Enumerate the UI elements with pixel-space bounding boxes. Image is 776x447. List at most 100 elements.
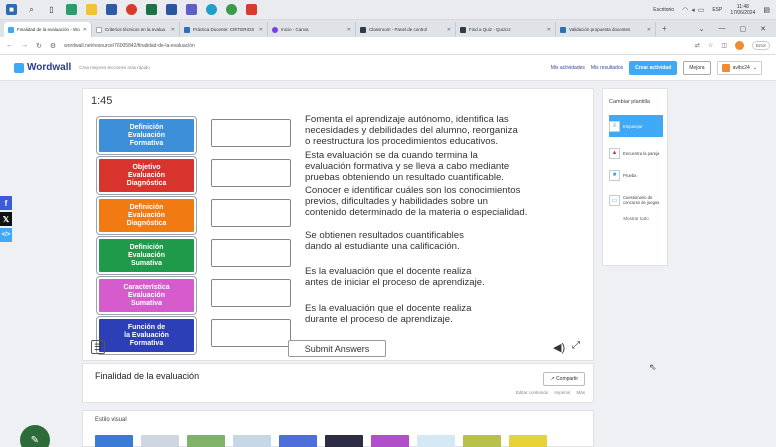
draggable-label[interactable]: Definición Evaluación Formativa xyxy=(97,117,196,154)
template-option-find-match[interactable]: ▲ Encuentra la pareja xyxy=(609,143,663,163)
create-activity-button[interactable]: Crear actividad xyxy=(629,60,678,75)
app-icon-edge[interactable] xyxy=(206,4,217,15)
theme-thumbnail[interactable] xyxy=(95,435,133,447)
app-icon-store[interactable] xyxy=(106,4,117,15)
drop-slot[interactable] xyxy=(211,119,291,147)
template-option-match-up[interactable]: ≡ Emparejar xyxy=(609,115,663,137)
x-twitter-icon[interactable]: 𝕏 xyxy=(0,212,12,226)
profile-avatar[interactable] xyxy=(735,41,744,50)
tab-close-icon[interactable]: ✕ xyxy=(347,27,351,33)
theme-thumbnail[interactable] xyxy=(325,435,363,447)
menu-icon[interactable]: ☰ xyxy=(91,340,105,354)
theme-thumbnail[interactable] xyxy=(417,435,455,447)
app-icon-excel[interactable] xyxy=(146,4,157,15)
upgrade-button[interactable]: Mejora xyxy=(683,60,711,75)
language-indicator[interactable]: ESP xyxy=(712,7,722,13)
browser-tab[interactable]: Classroom - Panel de control ✕ xyxy=(356,22,456,37)
app-icon-people[interactable] xyxy=(66,4,77,15)
drop-slot[interactable] xyxy=(211,279,291,307)
more-link[interactable]: Más xyxy=(576,390,585,395)
windows-start-icon[interactable]: ■ xyxy=(6,4,17,15)
fullscreen-icon[interactable]: ⤢ xyxy=(572,340,580,351)
draggable-label[interactable]: Característica Evaluación Sumativa xyxy=(97,277,196,314)
theme-thumbnail[interactable] xyxy=(371,435,409,447)
theme-thumbnail[interactable] xyxy=(233,435,271,447)
definition-text: Esta evaluación se da cuando termina la … xyxy=(305,150,510,183)
app-icon-explorer[interactable] xyxy=(86,4,97,15)
browser-tab[interactable]: Find a Quiz - Quizizz ✕ xyxy=(456,22,556,37)
theme-thumbnail[interactable] xyxy=(463,435,501,447)
template-option-gameshow[interactable]: ▭ Cuestionario de concurso de juegos xyxy=(609,187,663,213)
notifications-icon[interactable]: ▤ xyxy=(763,6,770,14)
theme-thumbnails xyxy=(95,435,547,447)
close-window-icon[interactable]: ✕ xyxy=(760,25,766,33)
tab-close-icon[interactable]: ✕ xyxy=(171,27,175,33)
drop-slot[interactable] xyxy=(211,319,291,347)
theme-thumbnail[interactable] xyxy=(279,435,317,447)
my-activities-link[interactable]: Mis actividades xyxy=(551,65,585,71)
drop-slot[interactable] xyxy=(211,159,291,187)
tab-search-icon[interactable]: ⌄ xyxy=(699,25,705,33)
edit-fab-icon[interactable]: ✎ xyxy=(20,425,50,447)
app-icon-chrome[interactable] xyxy=(126,4,137,15)
drop-slot[interactable] xyxy=(211,239,291,267)
drop-slot[interactable] xyxy=(211,199,291,227)
embed-icon[interactable]: </> xyxy=(0,228,12,242)
my-results-link[interactable]: Mis resultados xyxy=(591,65,623,71)
minimize-icon[interactable]: — xyxy=(719,25,726,33)
show-all-link[interactable]: Mostrar todo xyxy=(603,216,669,221)
search-icon[interactable]: ⌕ xyxy=(26,4,37,15)
sound-icon[interactable]: ◀) xyxy=(553,341,565,354)
app-icon-word[interactable] xyxy=(166,4,177,15)
task-view-icon[interactable]: ▯ xyxy=(46,4,57,15)
tab-close-icon[interactable]: ✕ xyxy=(547,27,551,33)
tab-close-icon[interactable]: ✕ xyxy=(447,27,451,33)
facebook-icon[interactable]: f xyxy=(0,196,12,210)
browser-tab[interactable]: Finalidad de la evaluación - Wo ✕ xyxy=(4,22,92,37)
system-tray[interactable]: ◠ ◂ ▭ xyxy=(682,6,704,14)
edit-content-link[interactable]: Editar contenido xyxy=(516,390,549,395)
reload-icon[interactable]: ↻ xyxy=(36,42,42,50)
volume-icon[interactable]: ◂ xyxy=(691,6,695,14)
social-share-bar: f 𝕏 </> xyxy=(0,196,12,244)
browser-tab[interactable]: Práctica Docente: CRITERIOS ✕ xyxy=(180,22,268,37)
browser-tab[interactable]: Validación propuesta docentes ✕ xyxy=(556,22,656,37)
translate-icon[interactable]: ⇄ xyxy=(695,42,700,49)
forward-icon[interactable]: → xyxy=(21,42,28,49)
maximize-icon[interactable]: ▢ xyxy=(740,25,747,33)
share-button[interactable]: ↗ Compartir xyxy=(543,372,585,386)
theme-thumbnail[interactable] xyxy=(509,435,547,447)
tab-close-icon[interactable]: ✕ xyxy=(83,27,87,33)
change-template-title: Cambiar plantilla xyxy=(609,99,650,105)
tab-close-icon[interactable]: ✕ xyxy=(259,27,263,33)
theme-thumbnail[interactable] xyxy=(187,435,225,447)
back-icon[interactable]: ← xyxy=(6,42,13,49)
app-icon-chrome-2[interactable] xyxy=(226,4,237,15)
app-icon-teams[interactable] xyxy=(186,4,197,15)
user-menu[interactable]: avibc24 ⌄ xyxy=(716,60,762,75)
url-field[interactable]: wordwall.net/resource/76005842/finalidad… xyxy=(64,43,687,49)
clock[interactable]: 11:48 17/06/2024 xyxy=(730,4,755,16)
wordwall-logo[interactable]: Wordwall xyxy=(14,62,71,73)
submit-answers-button[interactable]: Submit Answers xyxy=(288,340,386,357)
theme-thumbnail[interactable] xyxy=(141,435,179,447)
template-option-quiz[interactable]: ■ Prueba xyxy=(609,167,663,183)
draggable-label[interactable]: Definición Evaluación Sumativa xyxy=(97,237,196,274)
browser-tab[interactable]: Criterios técnicos en la evalua ✕ xyxy=(92,22,180,37)
browser-tab[interactable]: Inicio - Canva ✕ xyxy=(268,22,356,37)
tab-favicon-icon xyxy=(8,26,14,33)
print-link[interactable]: Imprimir xyxy=(554,390,570,395)
wifi-icon[interactable]: ◠ xyxy=(682,6,688,14)
draggable-label[interactable]: Objetivo Evaluación Diagnóstica xyxy=(97,157,196,194)
draggable-label[interactable]: Definición Evaluación Diagnóstica xyxy=(97,197,196,234)
bookmark-star-icon[interactable]: ☆ xyxy=(708,42,713,49)
app-icon-other[interactable] xyxy=(246,4,257,15)
tab-close-icon[interactable]: ✕ xyxy=(647,27,651,33)
new-tab-icon[interactable]: + xyxy=(656,24,673,33)
battery-icon[interactable]: ▭ xyxy=(698,6,705,14)
draggable-label[interactable]: Función de la Evaluación Formativa xyxy=(97,317,196,354)
profile-status[interactable]: Error xyxy=(752,41,770,50)
site-info-icon[interactable]: ⚙ xyxy=(50,42,56,50)
extensions-icon[interactable]: ◫ xyxy=(721,42,727,49)
desktop-label[interactable]: Escritorio xyxy=(653,7,674,13)
